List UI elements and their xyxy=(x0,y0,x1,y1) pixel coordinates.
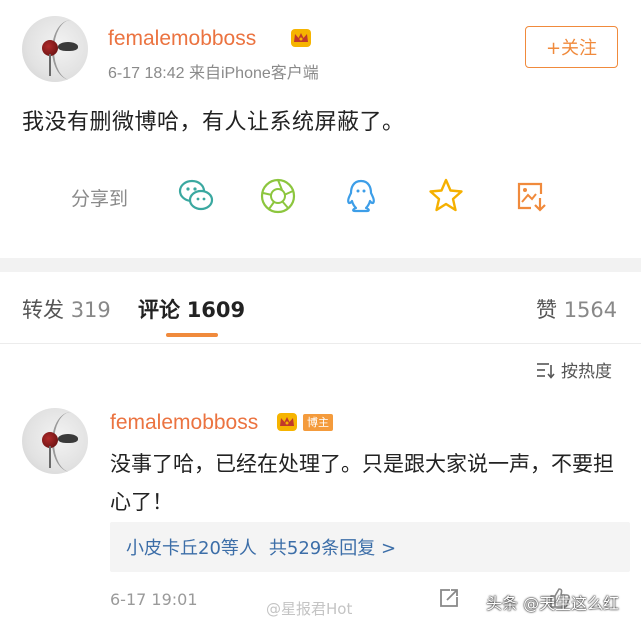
tab-comments-label: 评论 xyxy=(138,298,180,322)
tab-comments[interactable]: 评论 1609 xyxy=(138,294,245,324)
view-replies-link[interactable]: 小皮卡丘20等人 共529条回复 > xyxy=(110,522,630,572)
author-badge: 博主 xyxy=(303,414,333,431)
watermark-right: 头条 @天生这么红 xyxy=(486,594,620,613)
comment-text: 没事了哈，已经在处理了。只是跟大家说一声，不要担心了！ xyxy=(110,452,614,514)
sort-label: 按热度 xyxy=(561,362,612,382)
replies-users: 小皮卡丘20等人 xyxy=(126,538,257,559)
crown-icon xyxy=(291,29,311,47)
tab-likes[interactable]: 赞 1564 xyxy=(536,294,617,324)
tab-likes-label: 赞 xyxy=(536,298,557,322)
tab-likes-count: 1564 xyxy=(563,298,618,322)
post-text: 我没有删微博哈，有人让系统屏蔽了。 xyxy=(22,110,405,135)
section-divider xyxy=(0,258,641,272)
follow-button[interactable]: +关注 xyxy=(525,26,618,68)
active-tab-indicator xyxy=(166,333,218,337)
post-meta: 6-17 18:42 来自iPhone客户端 xyxy=(108,65,319,82)
tabs-border xyxy=(0,343,641,344)
tab-repost[interactable]: 转发 319 xyxy=(22,294,111,324)
wechat-icon[interactable] xyxy=(176,176,216,216)
tab-comments-count: 1609 xyxy=(186,298,246,322)
comment-time: 6-17 19:01 xyxy=(110,590,198,609)
share-label: 分享到 xyxy=(71,188,129,210)
watermark-left: @星报君Hot xyxy=(266,600,353,618)
crown-icon xyxy=(277,413,297,431)
sort-icon xyxy=(537,362,555,379)
tab-repost-count: 319 xyxy=(70,298,111,322)
share-icon[interactable] xyxy=(438,587,460,609)
moments-icon[interactable] xyxy=(258,176,298,216)
replies-count: 共529条回复 > xyxy=(268,538,397,559)
sort-by-hot-button[interactable]: 按热度 xyxy=(535,357,612,382)
tab-repost-label: 转发 xyxy=(22,298,64,322)
comment-author-avatar[interactable] xyxy=(22,408,88,474)
favorite-star-icon[interactable] xyxy=(426,176,466,216)
post-author-name[interactable]: femalemobboss xyxy=(108,27,256,51)
qq-icon[interactable] xyxy=(341,176,381,216)
comment-author-name[interactable]: femalemobboss xyxy=(110,411,258,435)
save-image-icon[interactable] xyxy=(511,176,551,216)
post-author-avatar[interactable] xyxy=(22,16,88,82)
